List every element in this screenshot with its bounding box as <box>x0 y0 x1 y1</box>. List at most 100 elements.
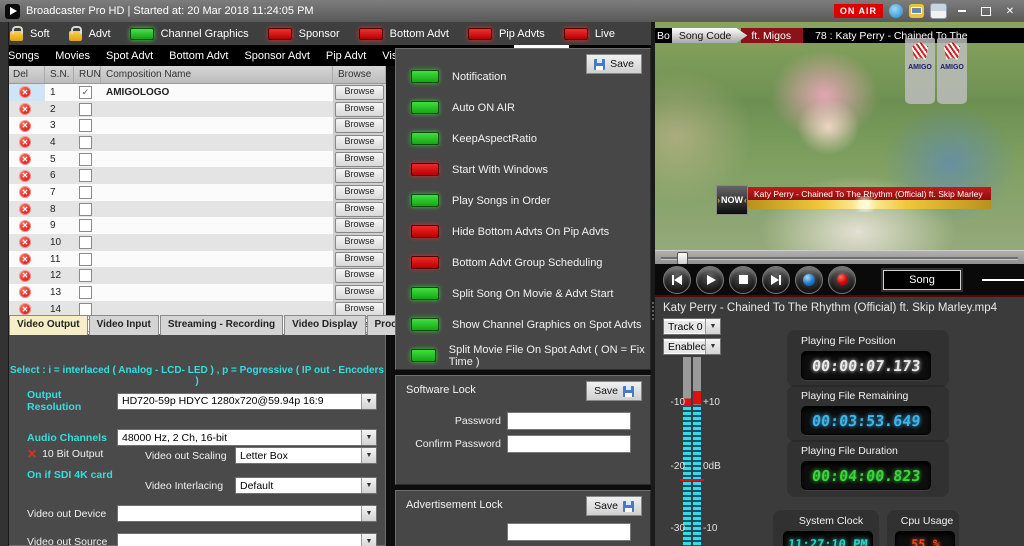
toggle-led-green[interactable] <box>411 287 439 300</box>
run-checkbox[interactable] <box>79 269 92 283</box>
tab-sponsor-advt[interactable]: Sponsor Advt <box>236 45 317 66</box>
delete-icon[interactable]: ✕ <box>19 153 31 166</box>
song-mode-button[interactable]: Song <box>881 267 963 292</box>
toggle-row-play-songs-in-order[interactable]: Play Songs in Order <box>396 185 650 216</box>
enabled-select[interactable]: Enabled ▼ <box>663 338 721 355</box>
toggle-row-notification[interactable]: Notification <box>396 61 650 92</box>
toggle-row-hide-bottom-advts-on-pip-advts[interactable]: Hide Bottom Advts On Pip Advts <box>396 216 650 247</box>
browse-button[interactable]: Browse <box>335 251 384 267</box>
toggle-led-green[interactable] <box>411 70 439 83</box>
output-tab-streaming-recording[interactable]: Streaming - Recording <box>159 315 284 335</box>
close-button[interactable]: ✕ <box>1001 3 1019 19</box>
source-select[interactable]: ▼ <box>117 533 377 546</box>
confirm-password-input[interactable] <box>507 435 631 453</box>
toolbar-lock-advt[interactable]: Advt <box>68 25 111 41</box>
volume-slider[interactable] <box>982 278 1024 281</box>
toggle-row-show-channel-graphics-on-spot-advts[interactable]: Show Channel Graphics on Spot Advts <box>396 309 650 340</box>
run-checkbox[interactable] <box>79 152 92 166</box>
run-checkbox[interactable] <box>79 235 92 249</box>
browse-button[interactable]: Browse <box>335 118 384 134</box>
toggle-row-keepaspectratio[interactable]: KeepAspectRatio <box>396 123 650 154</box>
seek-bar[interactable] <box>655 250 1024 265</box>
software-lock-save-button[interactable]: Save <box>586 381 642 401</box>
dropdown-arrow-icon[interactable]: ▼ <box>361 448 376 463</box>
browse-button[interactable]: Browse <box>335 101 384 117</box>
dropdown-arrow-icon[interactable]: ▼ <box>361 393 376 409</box>
browse-button[interactable]: Browse <box>335 84 384 100</box>
cue-button[interactable] <box>795 265 823 294</box>
delete-icon[interactable]: ✕ <box>19 253 31 266</box>
advertisement-password-input[interactable] <box>507 523 631 541</box>
screen-app-icon[interactable] <box>909 4 924 18</box>
run-checkbox[interactable]: ✓ <box>79 85 92 99</box>
browse-button[interactable]: Browse <box>335 151 384 167</box>
browse-button[interactable]: Browse <box>335 168 384 184</box>
delete-icon[interactable]: ✕ <box>19 219 31 232</box>
dropdown-arrow-icon[interactable]: ▼ <box>361 506 376 521</box>
tab-movies[interactable]: Movies <box>47 45 98 66</box>
delete-icon[interactable]: ✕ <box>19 103 31 115</box>
video-preview[interactable]: Bo Song Code ft. Migos 78 : Katy Perry -… <box>655 22 1024 250</box>
delete-icon[interactable]: ✕ <box>19 269 31 282</box>
tab-bottom-advt[interactable]: Bottom Advt <box>161 45 236 66</box>
toggle-led-green[interactable] <box>411 318 439 331</box>
restore-button[interactable] <box>977 3 995 19</box>
toggle-led-green[interactable] <box>411 194 439 207</box>
next-button[interactable] <box>762 265 790 294</box>
run-checkbox[interactable] <box>79 202 92 216</box>
toggle-led-red[interactable] <box>411 163 439 176</box>
dropdown-arrow-icon[interactable]: ▼ <box>705 319 720 334</box>
browse-button[interactable]: Browse <box>335 201 384 217</box>
run-checkbox[interactable] <box>79 285 92 299</box>
delete-icon[interactable]: ✕ <box>19 169 31 182</box>
output-tab-video-input[interactable]: Video Input <box>88 315 159 335</box>
delete-icon[interactable]: ✕ <box>19 119 31 132</box>
toggle-row-start-with-windows[interactable]: Start With Windows <box>396 154 650 185</box>
blue-app-icon[interactable] <box>889 4 903 18</box>
toggle-row-split-movie-file-on-spot-advt-on-fix-time[interactable]: Split Movie File On Spot Advt ( ON = Fix… <box>396 340 650 371</box>
browse-button[interactable]: Browse <box>335 184 384 200</box>
delete-icon[interactable]: ✕ <box>19 236 31 249</box>
scaling-select[interactable]: Letter Box ▼ <box>235 447 377 464</box>
toolbar-indicator-channel-graphics[interactable]: Channel Graphics <box>129 27 249 40</box>
record-button[interactable] <box>828 265 856 294</box>
output-tab-video-output[interactable]: Video Output <box>9 315 88 335</box>
password-input[interactable] <box>507 412 631 430</box>
output-resolution-select[interactable]: HD720-59p HDYC 1280x720@59.94p 16:9 ▼ <box>117 392 377 410</box>
audio-channels-select[interactable]: 48000 Hz, 2 Ch, 16-bit ▼ <box>117 429 377 446</box>
toggle-led-green[interactable] <box>411 101 439 114</box>
run-checkbox[interactable] <box>79 119 92 133</box>
browse-button[interactable]: Browse <box>335 234 384 250</box>
tab-spot-advt[interactable]: Spot Advt <box>98 45 161 66</box>
toggle-led-red[interactable] <box>411 225 439 238</box>
advertisement-lock-save-button[interactable]: Save <box>586 496 642 516</box>
output-tab-video-display[interactable]: Video Display <box>284 315 366 335</box>
browse-button[interactable]: Browse <box>335 134 384 150</box>
toolbar-indicator-sponsor[interactable]: Sponsor <box>267 27 340 40</box>
play-button[interactable] <box>696 265 724 294</box>
toolbar-lock-soft[interactable]: Soft <box>10 25 50 41</box>
browse-button[interactable]: Browse <box>335 284 384 300</box>
run-checkbox[interactable] <box>79 135 92 149</box>
browse-button[interactable]: Browse <box>335 268 384 284</box>
toolbar-indicator-live[interactable]: Live <box>563 27 615 40</box>
run-checkbox[interactable] <box>79 169 92 183</box>
delete-icon[interactable]: ✕ <box>19 203 31 216</box>
minimize-button[interactable] <box>953 3 971 19</box>
toggle-led-red[interactable] <box>411 256 439 269</box>
run-checkbox[interactable] <box>79 302 92 316</box>
toggle-row-auto-on-air[interactable]: Auto ON AIR <box>396 92 650 123</box>
toggle-led-green[interactable] <box>411 349 436 362</box>
dropdown-arrow-icon[interactable]: ▼ <box>705 339 720 354</box>
toggle-row-split-song-on-movie-advt-start[interactable]: Split Song On Movie & Advt Start <box>396 278 650 309</box>
device-select[interactable]: ▼ <box>117 505 377 522</box>
dropdown-arrow-icon[interactable]: ▼ <box>361 478 376 493</box>
toggle-led-green[interactable] <box>411 132 439 145</box>
dropdown-arrow-icon[interactable]: ▼ <box>361 430 376 445</box>
dropdown-arrow-icon[interactable]: ▼ <box>361 534 376 546</box>
previous-button[interactable] <box>663 265 691 294</box>
interlacing-select[interactable]: Default ▼ <box>235 477 377 494</box>
browse-button[interactable]: Browse <box>335 218 384 234</box>
stop-button[interactable] <box>729 265 757 294</box>
disk-app-icon[interactable] <box>930 3 947 19</box>
